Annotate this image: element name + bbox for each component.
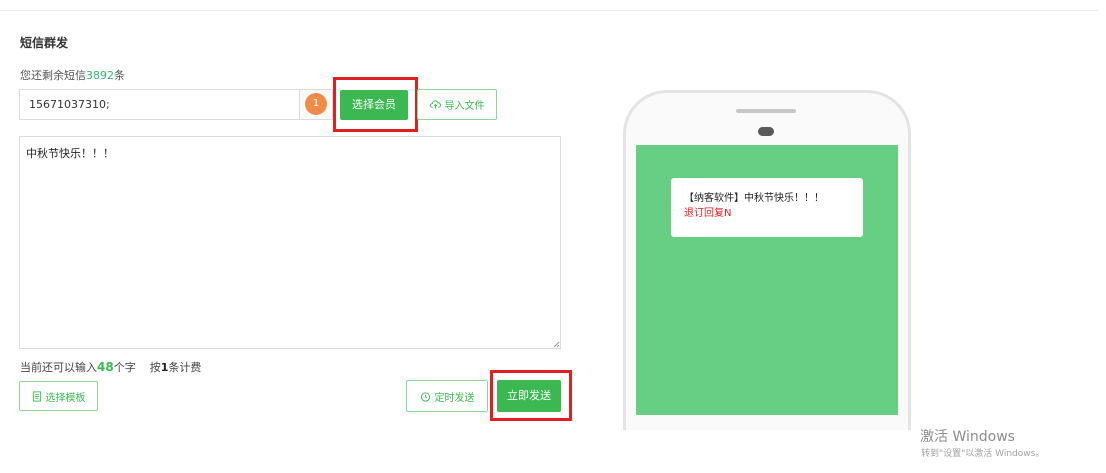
select-template-label: 选择模板 [45, 392, 86, 404]
page-title: 短信群发 [20, 36, 69, 50]
counter-by: 按 [149, 361, 161, 374]
remaining-count: 3892 [86, 69, 114, 82]
sms-preview-text: 【纳客软件】中秋节快乐！！！ [684, 193, 824, 204]
message-textarea[interactable]: 中秋节快乐！！！ [19, 136, 561, 349]
phone-camera [758, 127, 774, 136]
windows-activation-watermark: 激活 Windows [920, 429, 1015, 445]
remaining-suffix: 条 [114, 69, 125, 82]
char-counter: 当前还可以输入48个字 按1条计费 [20, 359, 201, 375]
select-member-button[interactable]: 选择会员 [340, 90, 408, 120]
recipient-count-badge: 1 [305, 93, 327, 115]
send-now-button[interactable]: 立即发送 [497, 380, 561, 412]
top-divider [0, 10, 1098, 11]
remaining-chars: 48 [97, 360, 114, 374]
resize-grip-icon[interactable] [552, 340, 560, 348]
counter-prefix: 当前还可以输入 [20, 361, 97, 374]
counter-suffix: 条计费 [168, 361, 202, 374]
document-icon [32, 390, 41, 402]
remaining-prefix: 您还剩余短信 [20, 69, 86, 82]
counter-mid: 个字 [113, 361, 136, 374]
recipient-input[interactable] [19, 89, 300, 120]
phone-speaker [736, 109, 796, 113]
cloud-upload-icon [429, 100, 441, 109]
select-template-button[interactable]: 选择模板 [19, 381, 98, 411]
import-file-label: 导入文件 [444, 101, 485, 112]
sms-remaining-text: 您还剩余短信3892条 [20, 67, 125, 83]
windows-activation-subtitle: 转到"设置"以激活 Windows。 [921, 449, 1045, 459]
sms-preview-bubble: 【纳客软件】中秋节快乐！！！ 退订回复N [671, 178, 863, 237]
sms-unsubscribe-text: 退订回复N [684, 208, 732, 219]
clock-icon [420, 391, 430, 402]
import-file-button[interactable]: 导入文件 [417, 89, 497, 120]
timed-send-label: 定时发送 [434, 392, 475, 404]
timed-send-button[interactable]: 定时发送 [406, 380, 488, 412]
